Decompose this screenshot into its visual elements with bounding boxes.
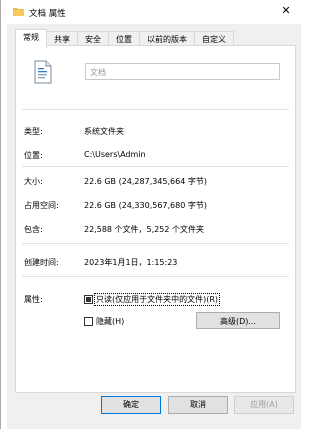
dialog-body: 常规 共享 安全 位置 以前的版本 自定义 文档 类型: 系统文件夹 位置: C… (7, 24, 301, 429)
size-label: 大小: (24, 177, 43, 186)
readonly-label[interactable]: 只读(仅应用于文件夹中的文件)(R) (93, 293, 221, 306)
title-bar[interactable]: 文档 属性 ✕ (7, 0, 301, 24)
advanced-button[interactable]: 高级(D)... (196, 312, 280, 329)
folder-icon (13, 8, 24, 16)
created-label: 创建时间: (24, 258, 59, 267)
type-label: 类型: (24, 127, 43, 136)
document-folder-icon (34, 60, 52, 84)
type-value: 系统文件夹 (84, 127, 124, 136)
attributes-label: 属性: (24, 295, 43, 304)
hidden-checkbox-row[interactable]: 隐藏(H) (84, 316, 125, 327)
divider (22, 243, 289, 244)
hidden-checkbox[interactable] (84, 317, 93, 326)
divider (22, 109, 289, 110)
location-value: C:\Users\Admin (84, 150, 146, 159)
size-on-disk-label: 占用空间: (24, 201, 59, 210)
contains-label: 包含: (24, 225, 43, 234)
size-on-disk-value: 22.6 GB (24,330,567,680 字节) (84, 201, 207, 210)
ok-button[interactable]: 确定 (101, 396, 161, 414)
properties-window: 文档 属性 ✕ 常规 共享 安全 位置 以前的版本 自定义 文档 类型: 系统文… (0, 0, 301, 429)
window-title: 文档 属性 (29, 9, 66, 19)
folder-name-field[interactable]: 文档 (85, 63, 280, 80)
tab-strip: 常规 共享 安全 位置 以前的版本 自定义 (15, 29, 234, 48)
general-panel: 文档 类型: 系统文件夹 位置: C:\Users\Admin 大小: 22.6… (15, 45, 296, 393)
readonly-checkbox-row[interactable]: 只读(仅应用于文件夹中的文件)(R) (84, 293, 221, 306)
created-value: 2023年1月1日，1:15:23 (84, 258, 178, 267)
tab-general[interactable]: 常规 (15, 29, 47, 48)
apply-button: 应用(A) (234, 396, 294, 414)
divider (22, 276, 289, 277)
cancel-button[interactable]: 取消 (168, 396, 228, 414)
contains-value: 22,588 个文件，5,252 个文件夹 (84, 225, 204, 234)
readonly-checkbox[interactable] (84, 295, 93, 304)
size-value: 22.6 GB (24,287,345,664 字节) (84, 177, 207, 186)
location-label: 位置: (24, 151, 43, 160)
close-button[interactable]: ✕ (271, 0, 301, 22)
hidden-label[interactable]: 隐藏(H) (95, 316, 125, 327)
divider (22, 166, 289, 167)
